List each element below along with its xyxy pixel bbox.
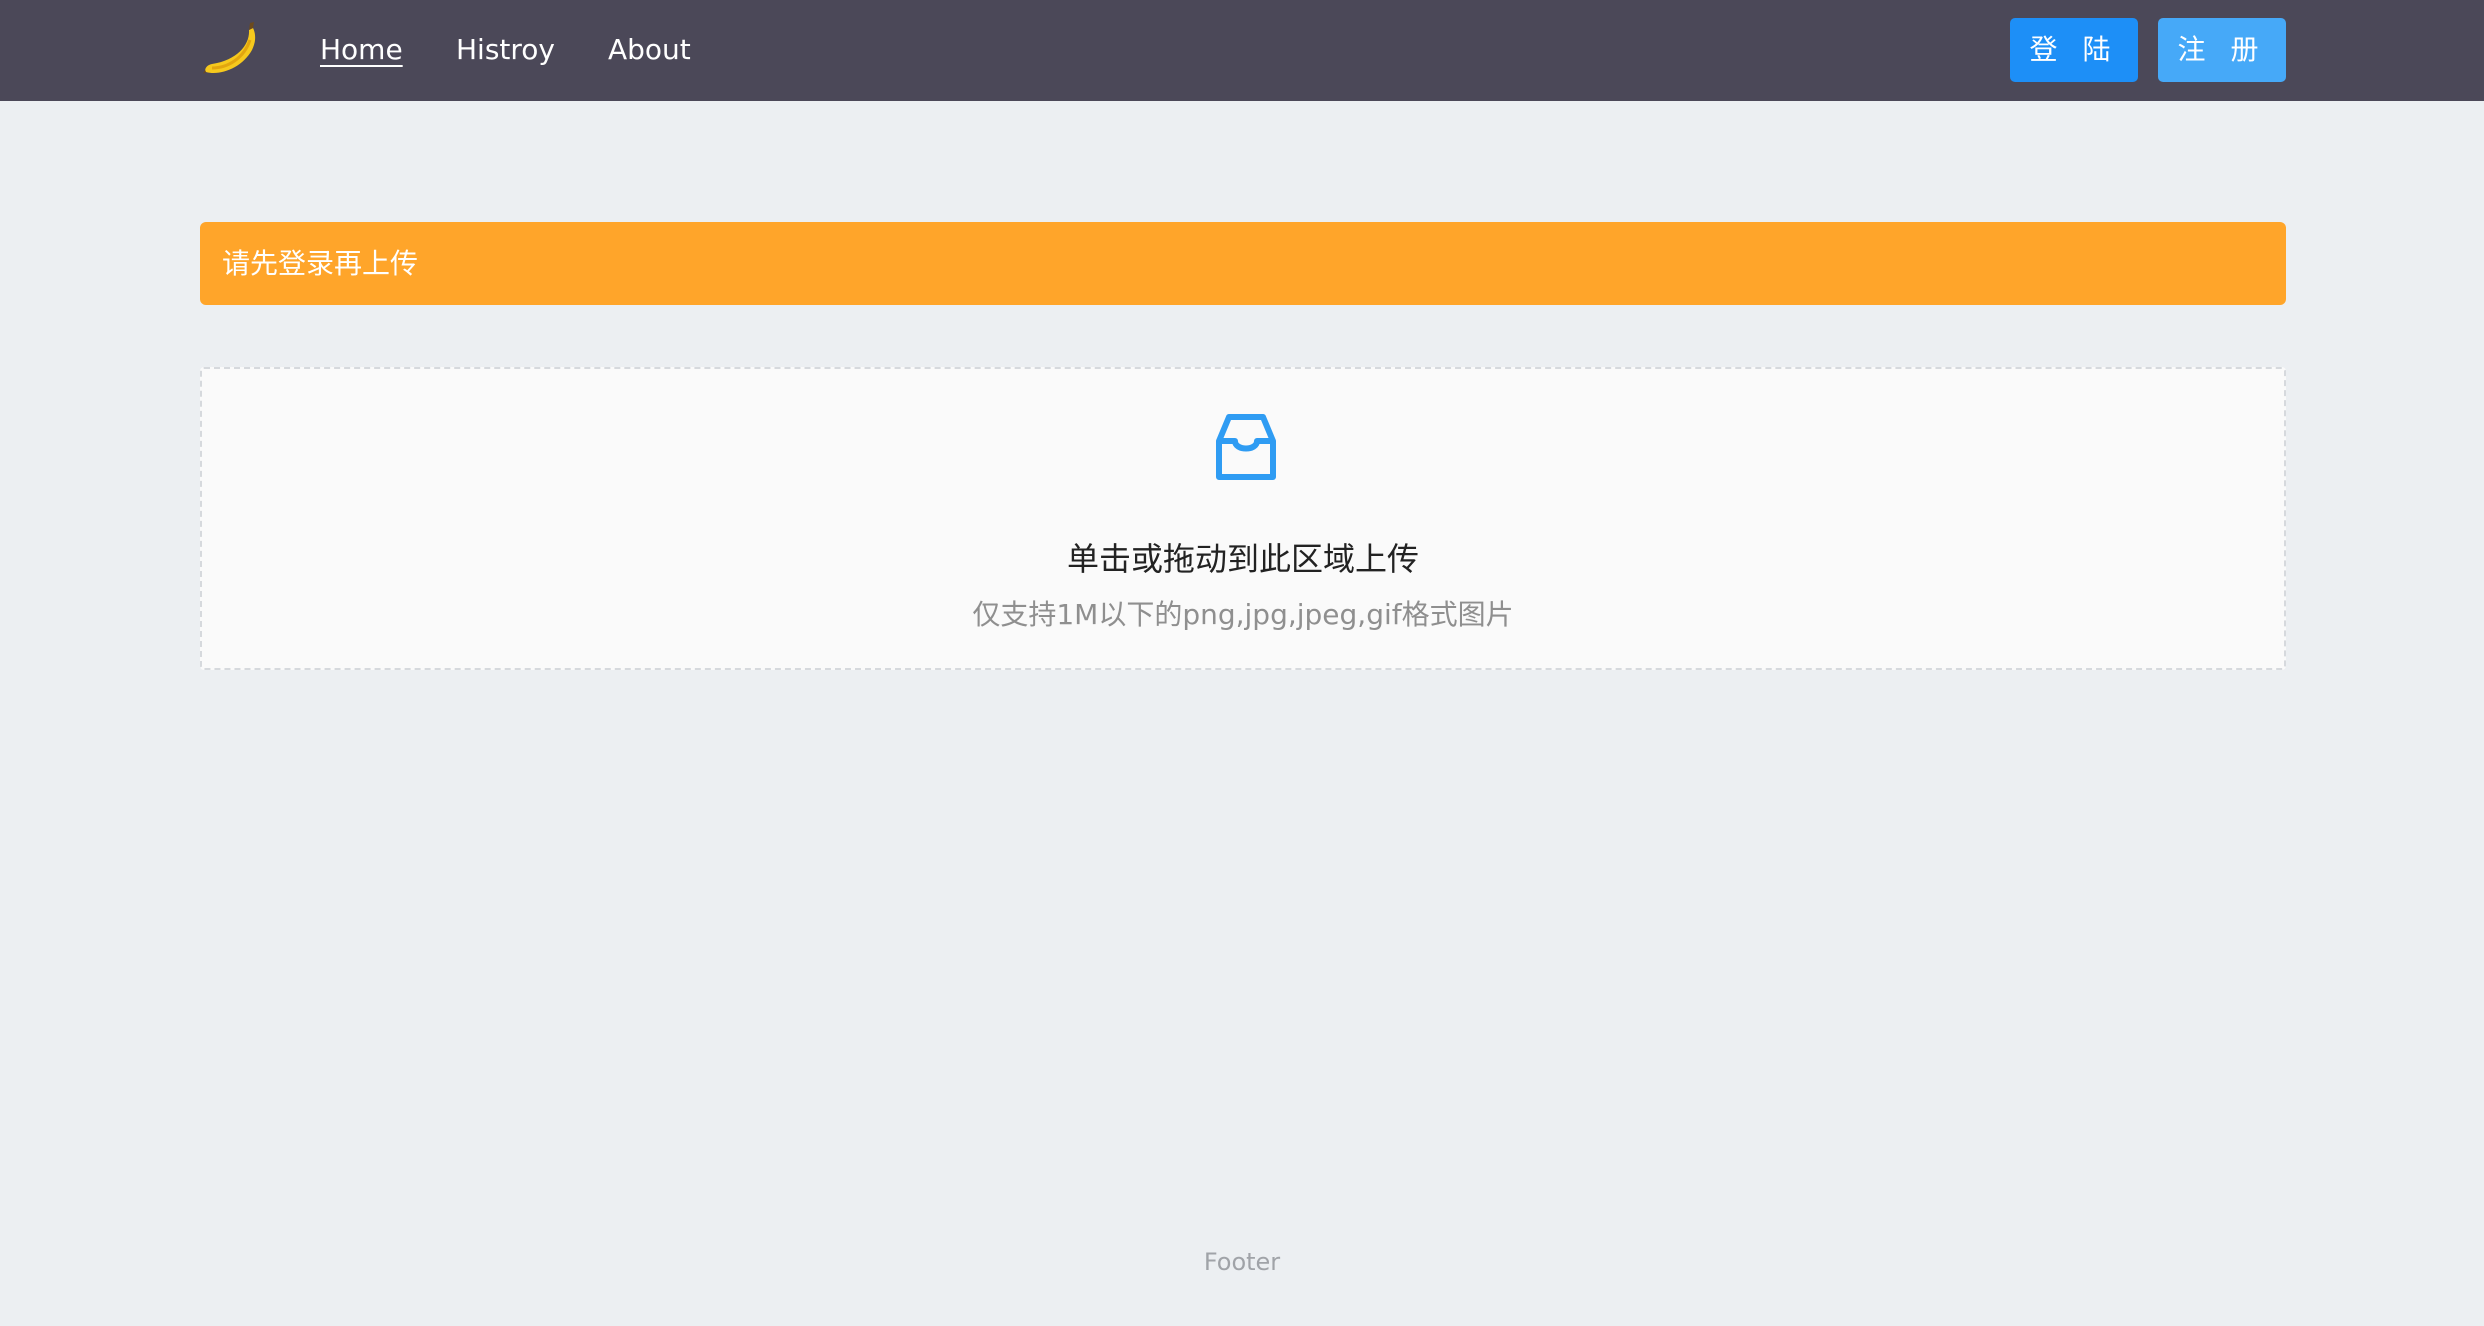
login-button[interactable]: 登 陆 — [2010, 18, 2138, 82]
register-button[interactable]: 注 册 — [2158, 18, 2286, 82]
top-navbar: Home Histroy About 登 陆 注 册 — [0, 0, 2484, 101]
upload-title: 单击或拖动到此区域上传 — [1066, 540, 1419, 578]
nav-about[interactable]: About — [608, 30, 691, 70]
nav-history[interactable]: Histroy — [456, 30, 555, 70]
banana-icon[interactable] — [198, 18, 264, 84]
inbox-icon — [1216, 414, 1276, 480]
upload-dropzone[interactable]: 单击或拖动到此区域上传 仅支持1M以下的png,jpg,jpeg,gif格式图片 — [200, 367, 2286, 670]
footer: Footer — [1203, 1248, 1281, 1276]
upload-hint: 仅支持1M以下的png,jpg,jpeg,gif格式图片 — [972, 598, 1514, 631]
login-warning-alert: 请先登录再上传 — [200, 222, 2286, 305]
nav-home[interactable]: Home — [320, 30, 403, 70]
